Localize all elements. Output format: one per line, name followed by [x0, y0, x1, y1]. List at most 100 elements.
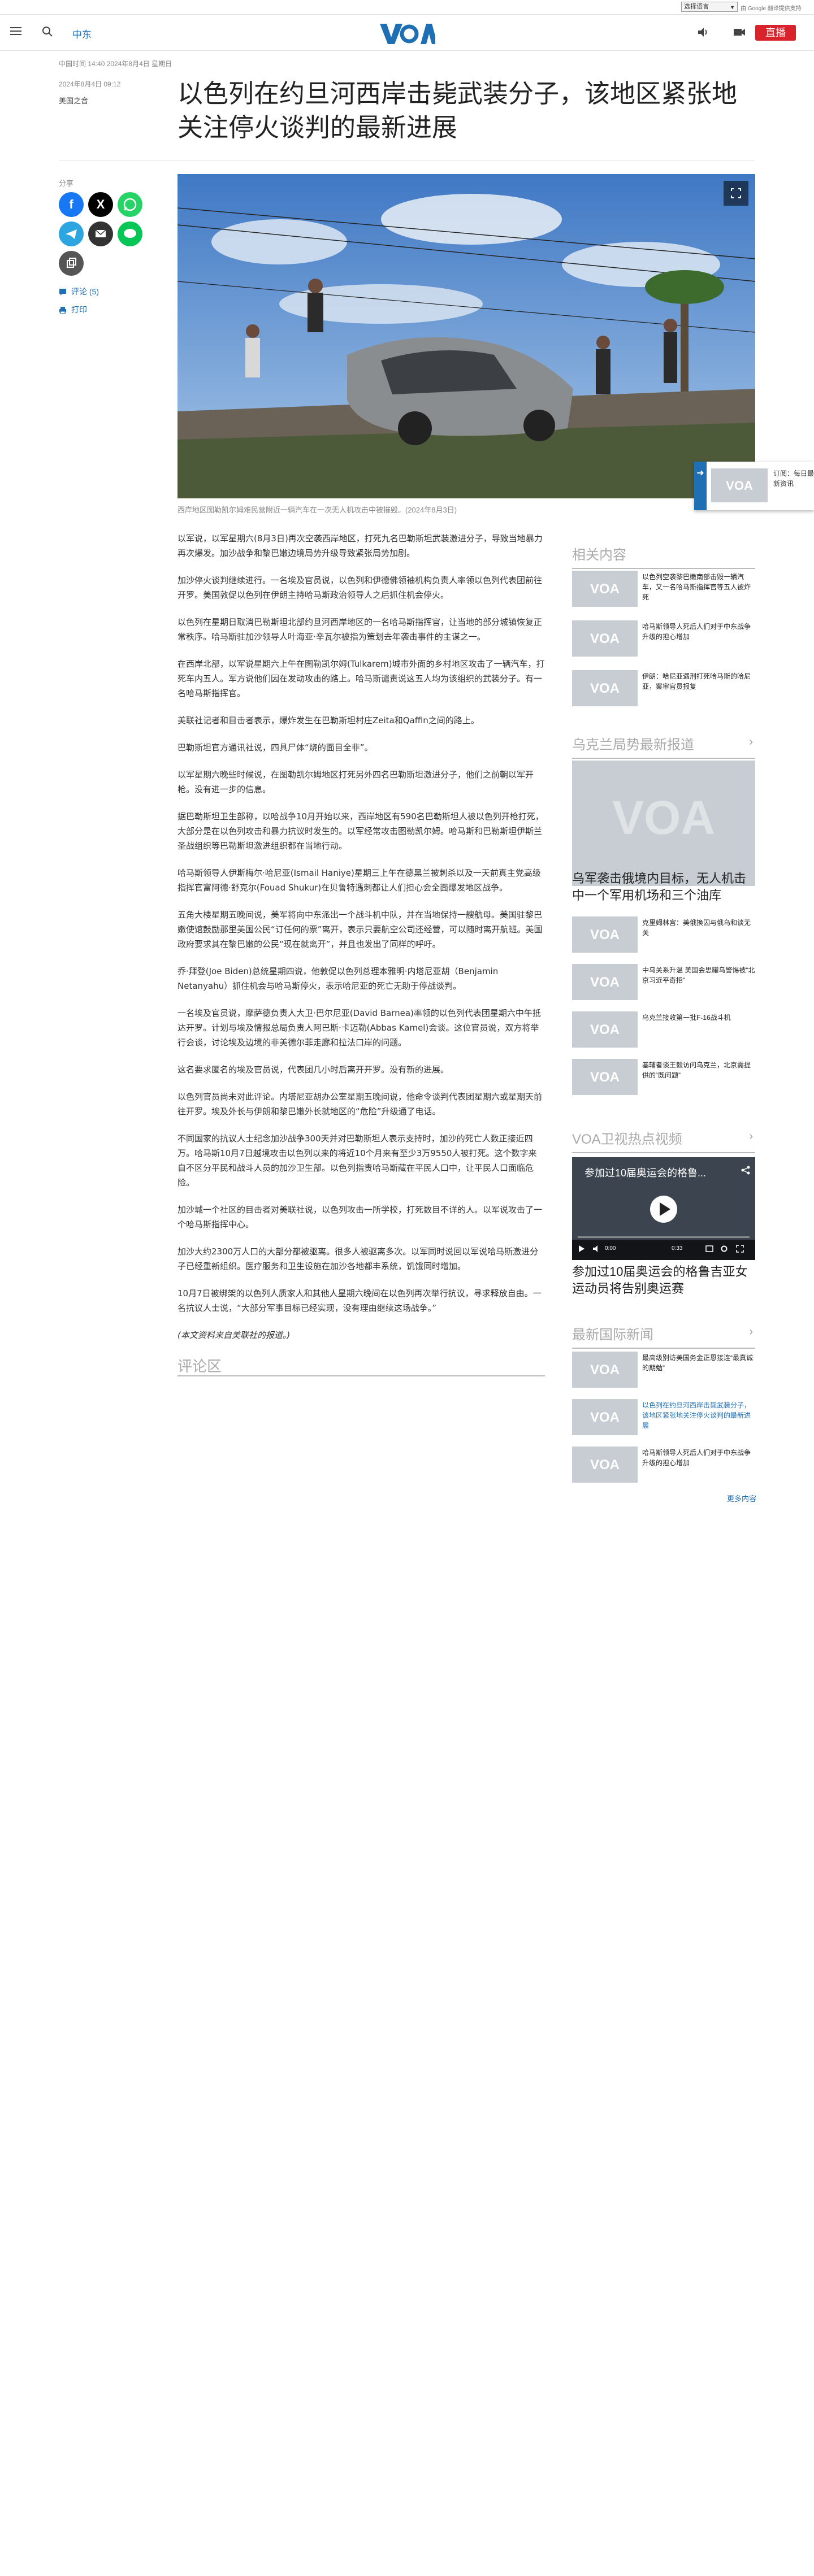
volume-icon[interactable]	[592, 1245, 601, 1253]
x-icon: X	[96, 197, 105, 211]
ukraine-title-text: 乌克兰局势最新报道	[572, 737, 694, 753]
thumbnail: VOA	[572, 1059, 638, 1095]
menu-icon[interactable]	[10, 27, 21, 36]
comments-section-title: 评论区	[177, 1358, 222, 1375]
international-item-title: 以色列在约旦河西岸击毙武装分子，该地区紧张地关注停火谈判的最新进展	[642, 1401, 751, 1430]
copy-icon	[67, 258, 76, 268]
dateline: 中国时间 14:40 2024年8月4日 星期日	[59, 60, 172, 68]
source-note: (本文资料来自美联社的报道。)	[177, 1330, 291, 1340]
search-icon[interactable]	[42, 26, 53, 37]
video-player[interactable]: 参加过10届奥运会的格鲁... 0:00 0:33	[572, 1157, 755, 1260]
paragraph: 加沙城一个社区的目击者对美联社说，以色列攻击一所学校，打死数目不详的人。以军说攻…	[177, 1205, 543, 1230]
thumbnail: VOA	[572, 1399, 638, 1435]
related-item[interactable]: VOA 以色列空袭黎巴嫩南部击毁一辆汽车，又一名哈马斯指挥官等五人被炸死	[572, 571, 755, 614]
line-share-button[interactable]	[118, 221, 142, 246]
international-item[interactable]: VOA 最高级别访美国务金正恩接连“最真诚的期勉”	[572, 1352, 755, 1395]
svg-text:VOA: VOA	[590, 581, 620, 597]
ukraine-item-title: 基辅者谈王毅访问乌克兰，北京需提供的“既问题”	[642, 1061, 751, 1079]
paragraph: 这名要求匿名的埃及官员说，代表团几小时后离开开罗。没有新的进展。	[177, 1065, 449, 1075]
translate-powered-by: 由 Google 翻译提供支持	[741, 6, 802, 12]
article-body: 以军说，以军星期六(8月3日)再次空袭西岸地区，打死九名巴勒斯坦武装激进分子，导…	[177, 531, 545, 1355]
ukraine-item[interactable]: VOA 乌克兰接收第一批F-16战斗机	[572, 1011, 755, 1054]
comments-link-label: 评论 (5)	[71, 287, 99, 296]
arrow-right-icon[interactable]: ➜	[694, 462, 707, 510]
paragraph: 10月7日被绑架的以色列人质家人和其他人星期六晚间在以色列再次举行抗议，寻求释放…	[177, 1288, 542, 1313]
x-share-button[interactable]: X	[88, 192, 113, 217]
live-button[interactable]: 直播	[755, 25, 796, 41]
ukraine-item-title: 乌克兰接收第一批F-16战斗机	[642, 1014, 731, 1022]
more-link[interactable]: 更多内容	[727, 1493, 756, 1504]
paragraph: 哈马斯领导人伊斯梅尔·哈尼亚(Ismail Haniye)星期三上午在德黑兰被刺…	[177, 868, 541, 893]
related-item-title: 以色列空袭黎巴嫩南部击毁一辆汽车，又一名哈马斯指挥官等五人被炸死	[642, 573, 751, 601]
language-select-label: 选择语言	[684, 3, 709, 10]
related-item[interactable]: VOA 哈马斯领导人死后人们对于中东战争升级的担心增加	[572, 620, 755, 663]
ukraine-title[interactable]: 乌克兰局势最新报道 ›	[572, 733, 755, 759]
related-item[interactable]: VOA 伊朗：哈尼亚遇刑打死哈马斯的哈尼亚，案审官员报复	[572, 670, 755, 713]
thumbnail: VOA	[572, 964, 638, 1000]
line-icon	[124, 229, 136, 238]
paragraph: 巴勒斯坦官方通讯社说，四具尸体“烧的面目全非”。	[177, 742, 373, 753]
svg-text:VOA: VOA	[590, 1457, 620, 1472]
international-item-title: 最高级别访美国务金正恩接连“最真诚的期勉”	[642, 1354, 753, 1372]
nav-link-section[interactable]: 中东	[72, 27, 92, 41]
publish-date: 2024年8月4日 09:12	[59, 80, 121, 88]
international-item[interactable]: VOA 以色列在约旦河西岸击毙武装分子，该地区紧张地关注停火谈判的最新进展	[572, 1399, 755, 1442]
video-caption[interactable]: 参加过10届奥运会的格鲁吉亚女运动员将告别奥运赛	[572, 1263, 755, 1297]
video-camera-icon[interactable]	[733, 26, 746, 38]
paragraph: 加沙停火谈判继续进行。一名埃及官员说，以色列和伊德佛领袖机构负责人率领以色列代表…	[177, 575, 543, 600]
international-title[interactable]: 最新国际新闻 ›	[572, 1323, 755, 1349]
copy-link-button[interactable]	[59, 251, 84, 276]
ukraine-item[interactable]: VOA 中乌关系升温 美国会思罐乌警惕被“北京习近平奇招”	[572, 964, 755, 1007]
play-icon[interactable]	[578, 1245, 586, 1253]
chevron-right-icon: ›	[749, 1326, 753, 1338]
paragraph: 乔·拜登(Joe Biden)总统星期四说，他敦促以色列总理本雅明·内塔尼亚胡（…	[177, 966, 499, 991]
related-title-text: 相关内容	[572, 548, 626, 563]
related-section: 相关内容	[572, 544, 755, 569]
byline-source: 美国之音	[59, 97, 89, 105]
svg-text:VOA: VOA	[590, 1362, 620, 1378]
language-bar: 选择语言 ▼ 由 Google 翻译提供支持	[0, 0, 814, 15]
comments-link[interactable]: 评论 (5)	[59, 286, 99, 297]
ukraine-feature-title[interactable]: 乌军袭击俄境内目标，无人机击中一个军用机场和三个油库	[572, 870, 755, 904]
chevron-right-icon: ›	[749, 736, 753, 748]
audio-icon[interactable]	[696, 26, 709, 38]
video-section-title-text: VOA卫视热点视频	[572, 1132, 682, 1147]
telegram-share-button[interactable]	[59, 221, 84, 246]
thumbnail: VOA	[572, 620, 638, 657]
share-icon[interactable]	[741, 1165, 751, 1175]
facebook-share-button[interactable]: f	[59, 192, 84, 217]
settings-gear-icon[interactable]	[720, 1245, 728, 1253]
print-icon	[59, 307, 66, 314]
paragraph: 不同国家的抗议人士纪念加沙战争300天并对巴勒斯坦人表示支持时，加沙的死亡人数正…	[177, 1133, 537, 1188]
image-caption: 西岸地区图勒凯尔姆难民营附近一辆汽车在一次无人机攻击中被摧毁。(2024年8月3…	[177, 506, 457, 514]
paragraph: 以军星期六晚些时候说，在图勒凯尔姆地区打死另外四名巴勒斯坦激进分子，他们之前朝以…	[177, 770, 534, 794]
paragraph: 以色列在星期日取消巴勒斯坦北部约旦河西岸地区的一名哈马斯指挥官，让当地的部分城镇…	[177, 617, 543, 642]
whatsapp-share-button[interactable]	[118, 192, 142, 217]
international-item[interactable]: VOA 哈马斯领导人死后人们对于中东战争升级的担心增加	[572, 1446, 755, 1489]
language-select[interactable]: 选择语言 ▼	[681, 2, 738, 12]
international-section: 最新国际新闻 ›	[572, 1323, 755, 1349]
print-link[interactable]: 打印	[59, 304, 87, 315]
paragraph: 在西岸北部，以军说星期六上午在图勒凯尔姆(Tulkarem)城市外面的乡村地区攻…	[177, 659, 545, 698]
paragraph: 以色列官员尚未对此评论。内塔尼亚胡办公室星期五晚间说，他命令谈判代表团星期六或星…	[177, 1092, 543, 1117]
video-player-title: 参加过10届奥运会的格鲁...	[584, 1167, 707, 1179]
voa-logo[interactable]	[379, 21, 435, 45]
email-share-button[interactable]	[88, 221, 113, 246]
fullscreen-icon[interactable]	[724, 181, 748, 206]
print-link-label: 打印	[71, 305, 87, 314]
thumbnail: VOA	[572, 1352, 638, 1388]
svg-text:VOA: VOA	[590, 1410, 620, 1425]
paragraph: 据巴勒斯坦卫生部称，以哈战争10月开始以来，西岸地区有590名巴勒斯坦人被以色列…	[177, 811, 544, 851]
subscribe-widget[interactable]: ➜ VOA 订阅：每日最新资讯	[694, 462, 814, 510]
fullscreen-icon[interactable]	[736, 1245, 744, 1253]
ukraine-item[interactable]: VOA 基辅者谈王毅访问乌克兰，北京需提供的“既问题”	[572, 1059, 755, 1102]
captions-icon[interactable]	[705, 1245, 713, 1253]
divider	[177, 1375, 545, 1376]
subscribe-thumbnail: VOA	[711, 468, 768, 502]
video-section-title[interactable]: VOA卫视热点视频 ›	[572, 1128, 755, 1153]
paragraph: 五角大楼星期五晚间说，美军将向中东派出一个战斗机中队，并在当地保持一艘航母。美国…	[177, 910, 543, 949]
svg-text:VOA: VOA	[590, 975, 620, 990]
ukraine-item[interactable]: VOA 克里姆林宫：美俄换囚与俄乌和谈无关	[572, 916, 755, 959]
svg-text:VOA: VOA	[590, 681, 620, 696]
ukraine-feature-image[interactable]: VOA	[572, 761, 755, 886]
